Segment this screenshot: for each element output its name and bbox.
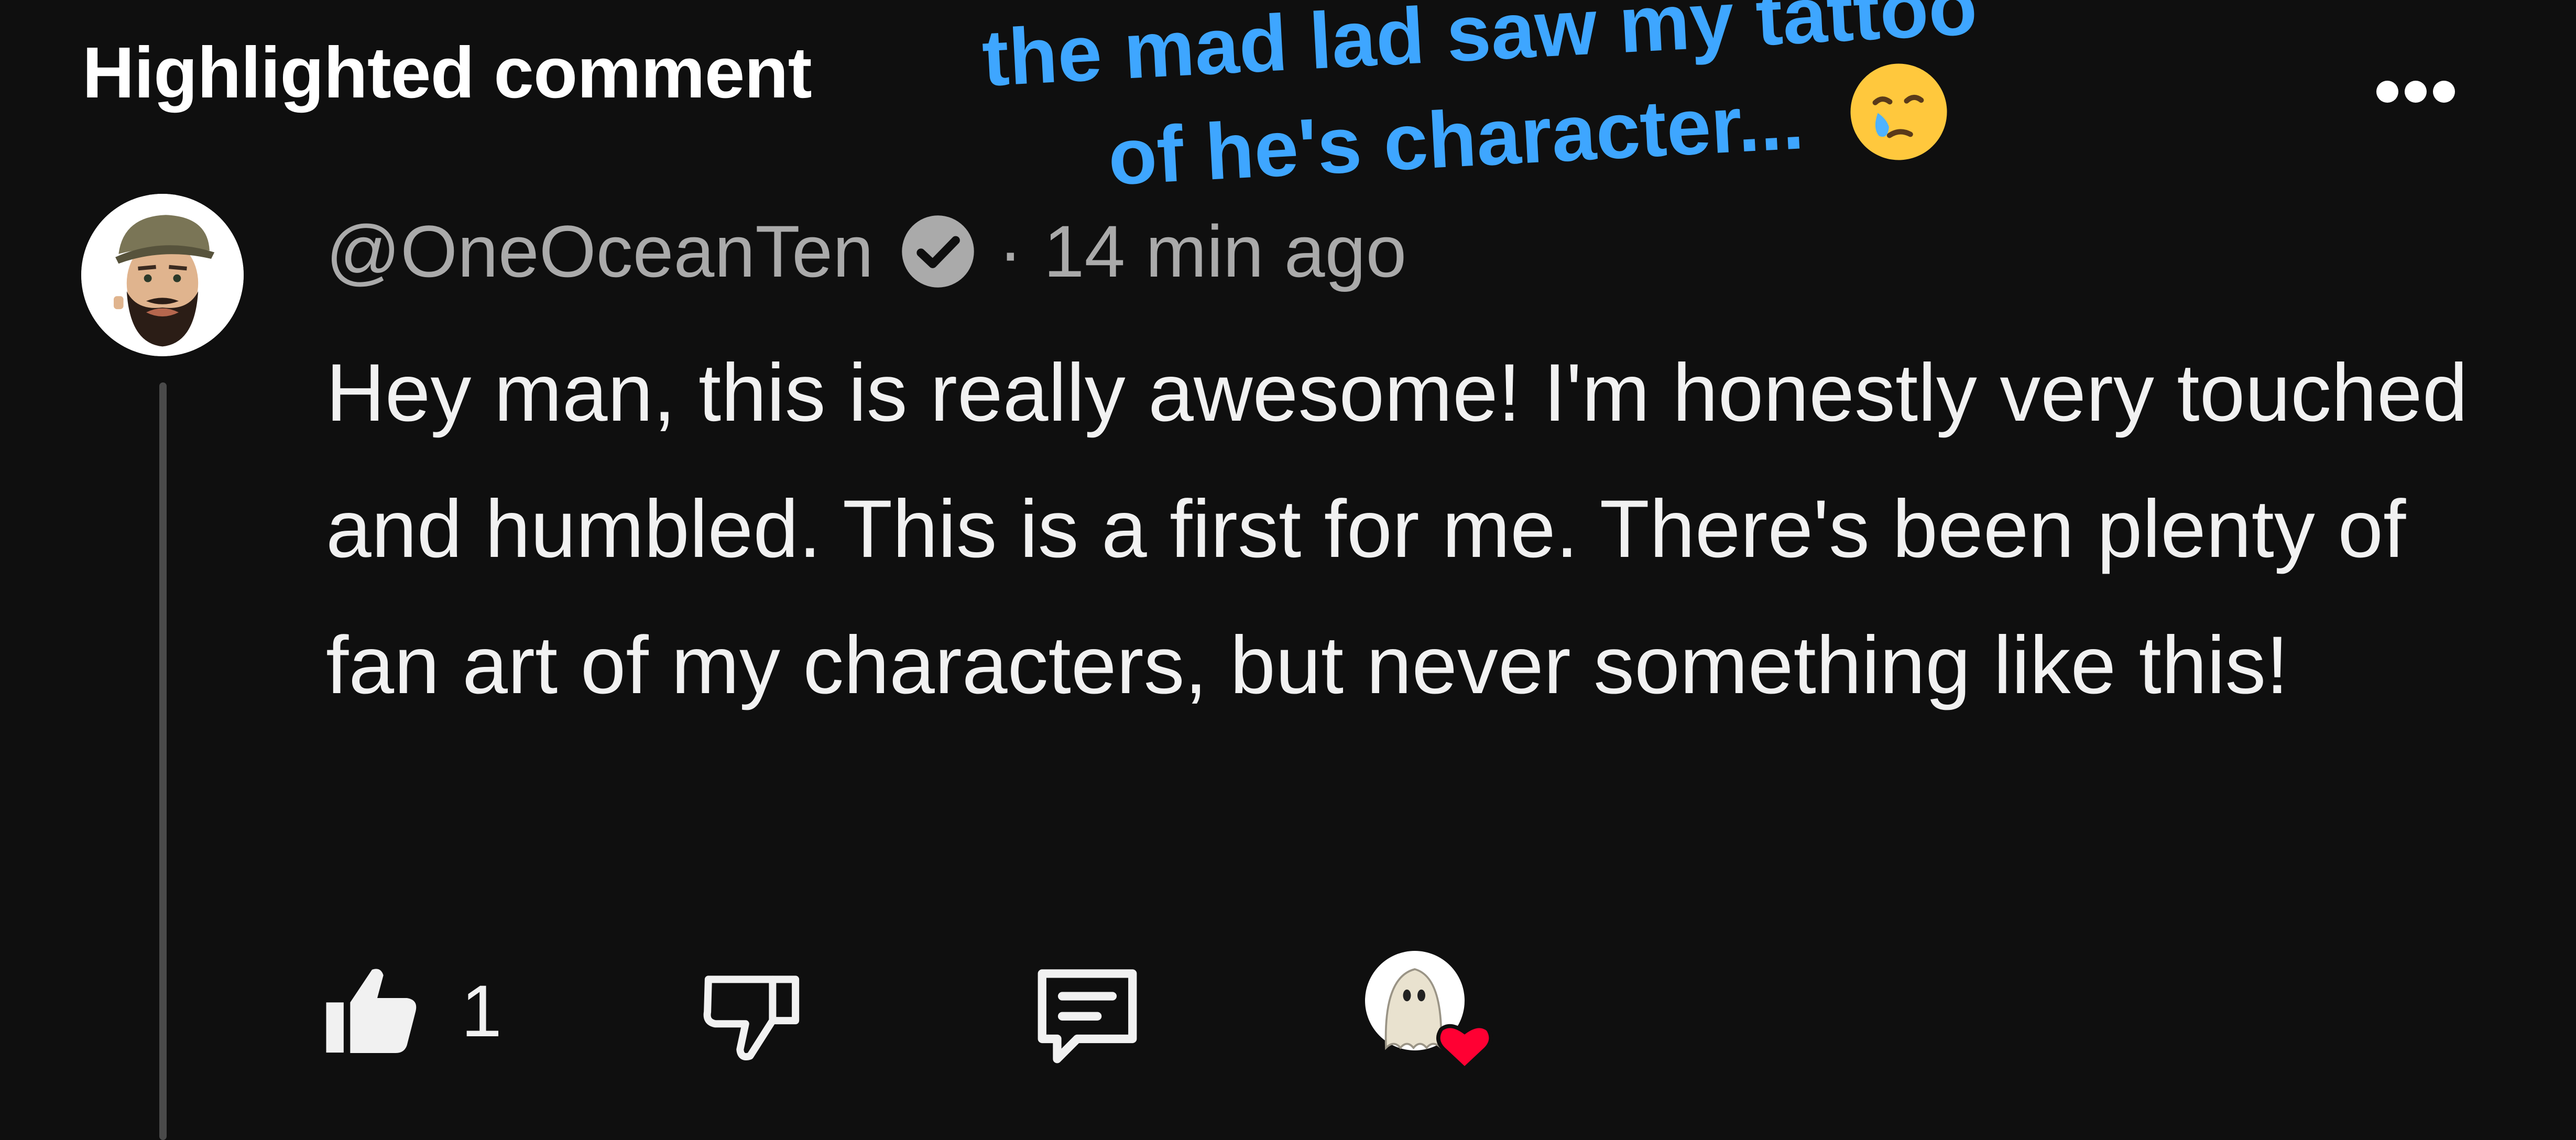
comment-text: Hey man, this is really awesome! I'm hon… xyxy=(326,347,2468,711)
like-count: 1 xyxy=(461,970,502,1052)
comment-actions: 1 xyxy=(0,933,2576,1090)
verified-check-icon xyxy=(902,215,974,288)
highlighted-comment-panel: Highlighted comment @OneOceanTen · 14 mi… xyxy=(0,0,2576,1140)
thumbs-up-filled-icon xyxy=(326,969,417,1053)
more-dot xyxy=(2405,81,2427,103)
comment-meta: @OneOceanTen · 14 min ago xyxy=(326,199,1406,304)
author-handle[interactable]: @OneOceanTen xyxy=(326,209,874,294)
face-holding-back-tears-icon xyxy=(1850,63,1947,160)
reply-comment-icon[interactable] xyxy=(1027,953,1148,1074)
creator-heart-icon xyxy=(1365,951,1493,1072)
comment-timestamp[interactable]: 14 min ago xyxy=(1044,209,1407,294)
thumbs-down-outline-icon[interactable] xyxy=(697,959,807,1069)
more-dot xyxy=(2433,81,2455,103)
panel-title: Highlighted comment xyxy=(82,32,812,113)
caption-line-2: of he's character... xyxy=(1106,76,1806,202)
avatar[interactable] xyxy=(81,194,244,356)
more-dot xyxy=(2376,81,2398,103)
meta-separator: · xyxy=(998,210,1023,292)
more-options-button[interactable] xyxy=(2371,73,2460,110)
like-button[interactable]: 1 xyxy=(320,959,502,1064)
video-caption-overlay: the mad lad saw my tattoo of he's charac… xyxy=(980,0,2037,212)
